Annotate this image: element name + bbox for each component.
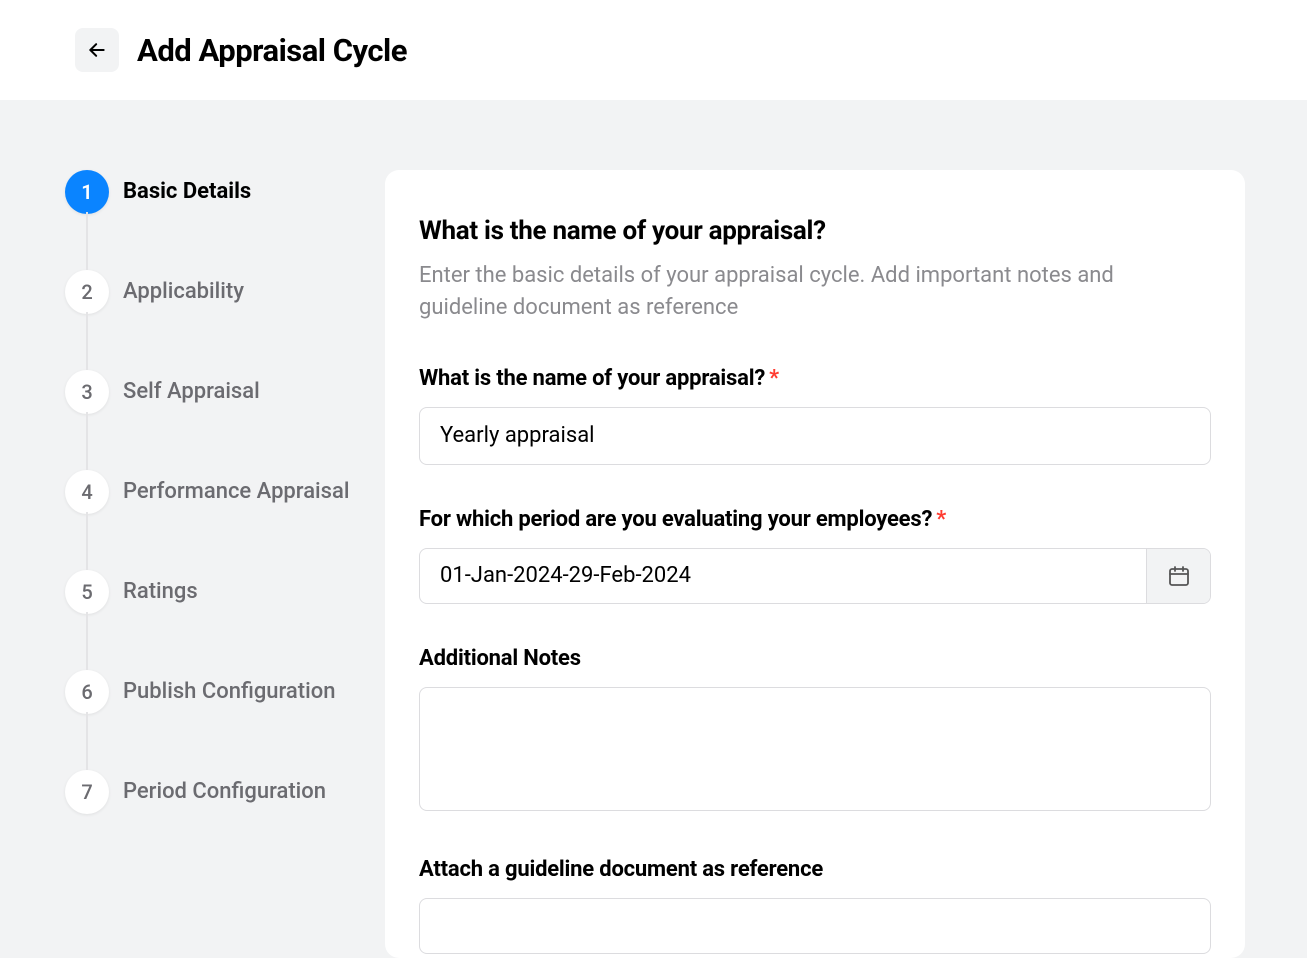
back-button[interactable] (75, 28, 119, 72)
section-title: What is the name of your appraisal? (419, 216, 1211, 246)
appraisal-name-input[interactable] (419, 407, 1211, 465)
field-evaluation-period: For which period are you evaluating your… (419, 507, 1211, 604)
additional-notes-textarea[interactable] (419, 687, 1211, 811)
body-area: 1 Basic Details 2 Applicability 3 Self A… (0, 100, 1307, 958)
calendar-icon (1167, 564, 1191, 588)
attach-guideline-input[interactable] (419, 898, 1211, 954)
step-connector (86, 312, 88, 370)
step-label: Publish Configuration (123, 670, 335, 714)
step-label: Self Appraisal (123, 370, 260, 414)
wizard-stepper: 1 Basic Details 2 Applicability 3 Self A… (65, 170, 385, 958)
step-basic-details[interactable]: 1 Basic Details (65, 170, 385, 214)
required-asterisk: * (769, 366, 779, 391)
required-asterisk: * (936, 507, 946, 532)
step-number: 6 (65, 670, 109, 714)
page-header: Add Appraisal Cycle (0, 0, 1307, 100)
step-applicability[interactable]: 2 Applicability (65, 214, 385, 314)
step-publish-configuration[interactable]: 6 Publish Configuration (65, 614, 385, 714)
step-ratings[interactable]: 5 Ratings (65, 514, 385, 614)
step-label: Basic Details (123, 170, 251, 214)
date-picker-button[interactable] (1146, 549, 1210, 603)
attach-guideline-label: Attach a guideline document as reference (419, 857, 1211, 882)
step-label: Applicability (123, 270, 244, 314)
step-connector (86, 512, 88, 570)
step-number: 7 (65, 770, 109, 814)
step-label: Ratings (123, 570, 198, 614)
step-number: 2 (65, 270, 109, 314)
step-performance-appraisal[interactable]: 4 Performance Appraisal (65, 414, 385, 514)
arrow-left-icon (87, 40, 107, 60)
label-text: For which period are you evaluating your… (419, 507, 932, 532)
form-card: What is the name of your appraisal? Ente… (385, 170, 1245, 958)
step-connector (86, 212, 88, 270)
evaluation-period-label: For which period are you evaluating your… (419, 507, 1211, 532)
step-label: Period Configuration (123, 770, 326, 814)
appraisal-name-label: What is the name of your appraisal?* (419, 366, 1211, 391)
date-range-input-wrap (419, 548, 1211, 604)
additional-notes-label: Additional Notes (419, 646, 1211, 671)
field-appraisal-name: What is the name of your appraisal?* (419, 366, 1211, 465)
step-self-appraisal[interactable]: 3 Self Appraisal (65, 314, 385, 414)
step-number: 3 (65, 370, 109, 414)
step-number: 4 (65, 470, 109, 514)
step-number: 1 (65, 170, 109, 214)
step-connector (86, 712, 88, 770)
label-text: What is the name of your appraisal? (419, 366, 765, 391)
page-title: Add Appraisal Cycle (137, 32, 407, 69)
step-connector (86, 412, 88, 470)
date-range-input[interactable] (420, 549, 1146, 603)
field-additional-notes: Additional Notes (419, 646, 1211, 815)
field-attach-guideline: Attach a guideline document as reference (419, 857, 1211, 954)
step-number: 5 (65, 570, 109, 614)
step-period-configuration[interactable]: 7 Period Configuration (65, 714, 385, 814)
step-connector (86, 612, 88, 670)
step-label: Performance Appraisal (123, 470, 349, 514)
section-description: Enter the basic details of your appraisa… (419, 260, 1139, 324)
